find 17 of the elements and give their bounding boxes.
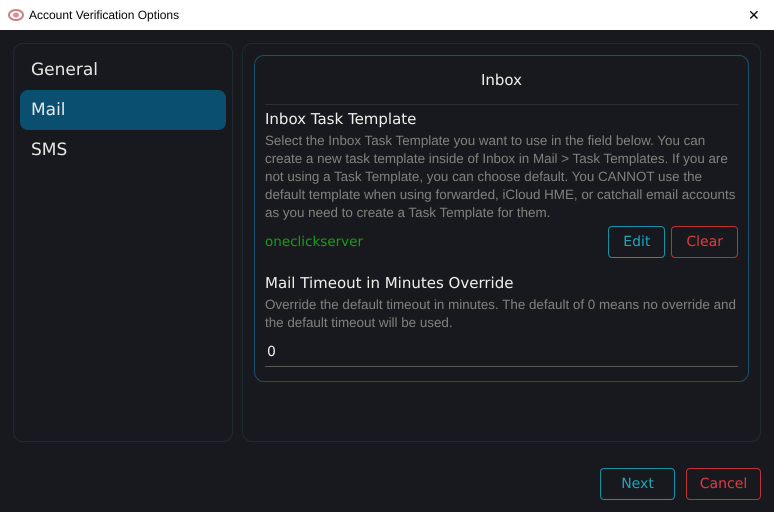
template-value: oneclickserver xyxy=(265,234,364,250)
footer-button[interactable]: Cancel xyxy=(686,468,761,500)
window-title: Account Verification Options xyxy=(29,8,180,22)
card-title: Inbox xyxy=(265,56,738,105)
section-heading: Inbox Task Template xyxy=(265,110,418,128)
sidebar-item[interactable]: SMS xyxy=(20,130,226,170)
action-button[interactable]: Clear xyxy=(671,226,738,258)
input-field[interactable]: 0 xyxy=(265,340,738,367)
footer-button[interactable]: Next xyxy=(600,468,675,500)
action-button[interactable]: Edit xyxy=(608,226,666,258)
section-heading: Mail Timeout in Minutes Override xyxy=(265,274,514,292)
logo-icon xyxy=(8,9,24,21)
sidebar-item[interactable]: General xyxy=(20,50,226,90)
section-description: Select the Inbox Task Template you want to use in the field below. You can create a new task template inside of Inbox in Mail > Task Templates. If you are not using a Task Template, you can choose default. You CANNOT use the default template when using forwarded, iCloud HME, or catchall email accounts as you need to create a Task Template for them. xyxy=(265,132,736,222)
close-button[interactable]: ✕ xyxy=(734,0,774,30)
section-description: Override the default timeout in minutes. The default of 0 means no override and the default timeout will be used. xyxy=(265,296,737,332)
sidebar-item[interactable]: Mail xyxy=(20,90,226,130)
